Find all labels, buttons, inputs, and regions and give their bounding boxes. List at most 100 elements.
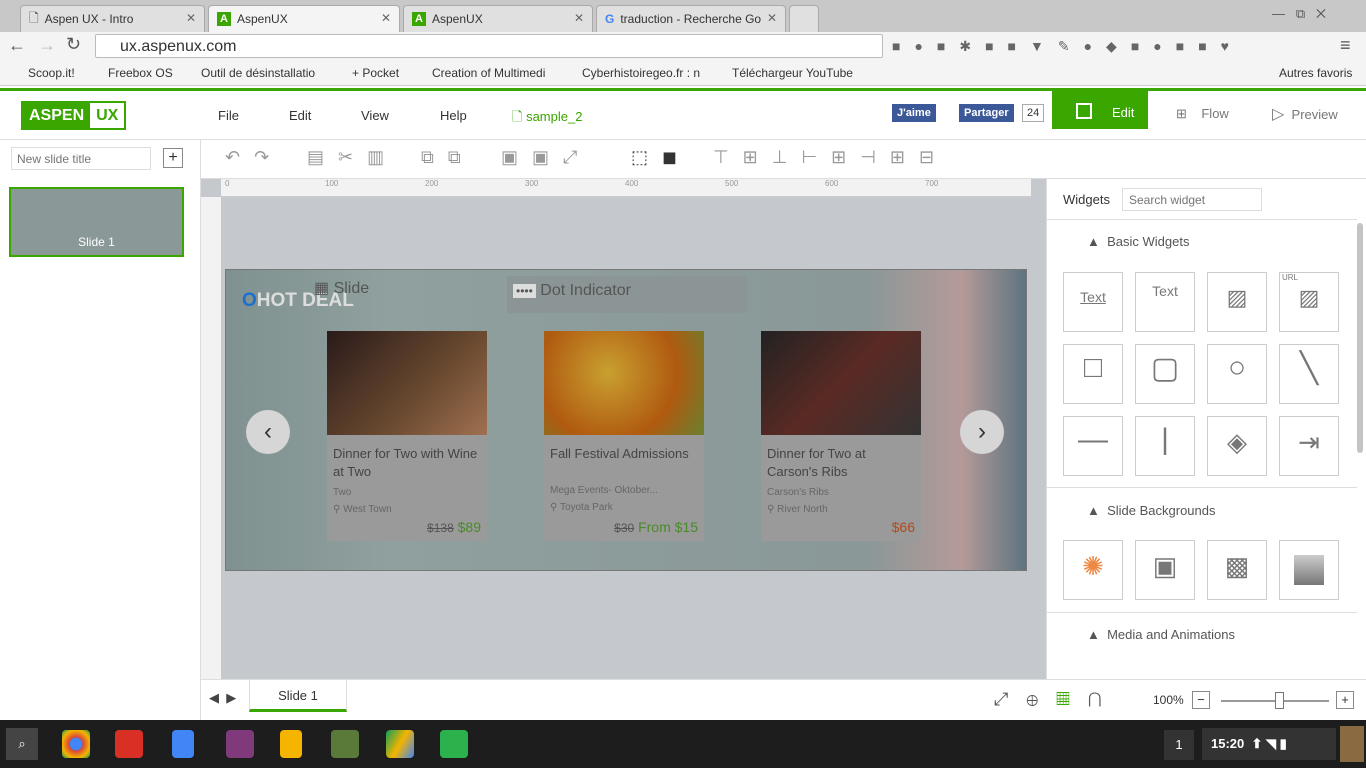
group-icons[interactable]: ▣▣⤢ <box>501 147 591 168</box>
edit-mode-button[interactable]: Edit <box>1052 91 1148 129</box>
bookmark[interactable]: Creation of Multimedi <box>432 66 545 80</box>
deal-card[interactable]: Dinner for Two at Carson's Ribs Carson's… <box>761 331 921 541</box>
square-icon[interactable]: □ <box>1063 344 1123 404</box>
layers-icon[interactable]: ◈ <box>1207 416 1267 476</box>
close-tab-icon[interactable]: ✕ <box>186 11 196 25</box>
drive-icon[interactable] <box>386 730 414 758</box>
window-count[interactable]: 1 <box>1164 730 1194 760</box>
align-icons[interactable]: ⊤⊞⊥⊢⊞⊣⊞⊟ <box>713 147 948 168</box>
status-tray[interactable]: 15:20 ⬆ ◥ ▮ <box>1202 728 1336 760</box>
fb-share-button[interactable]: Partager <box>959 104 1014 122</box>
image-icon[interactable]: ▨ <box>1207 272 1267 332</box>
fb-like-button[interactable]: J'aime <box>892 104 936 122</box>
zoom-in-button[interactable]: + <box>1336 691 1354 709</box>
widgets-panel: Widgets ▲ Basic Widgets Text Text ▨ URL▨… <box>1046 179 1366 720</box>
close-tab-icon[interactable]: ✕ <box>574 11 584 25</box>
window-controls[interactable]: — ⧉ ✕ <box>1272 6 1326 22</box>
color-background-icon[interactable]: ✺ <box>1063 540 1123 600</box>
google-icon: G <box>605 12 615 26</box>
new-slide-title-input[interactable] <box>11 147 151 170</box>
flow-mode-button[interactable]: ⊞ Flow <box>1176 106 1229 122</box>
address-bar[interactable]: ux.aspenux.com <box>95 34 883 58</box>
add-slide-button[interactable]: + <box>163 148 183 168</box>
bookmark[interactable]: Scoop.it! <box>28 66 75 80</box>
file-name[interactable]: 🗋 sample_2 <box>512 108 582 130</box>
tab-aspenux[interactable]: A AspenUX ✕ <box>403 5 593 32</box>
section-slide-backgrounds[interactable]: ▲ Slide Backgrounds <box>1087 503 1216 518</box>
menu-help[interactable]: Help <box>440 108 467 123</box>
zoom-out-button[interactable]: − <box>1192 691 1210 709</box>
section-media-animations[interactable]: ▲ Media and Animations <box>1087 627 1235 642</box>
onenote-icon[interactable] <box>226 730 254 758</box>
chrome-icon[interactable] <box>62 730 90 758</box>
share-count: 24 <box>1022 104 1045 122</box>
app-icon[interactable] <box>331 730 359 758</box>
other-bookmarks[interactable]: Autres favoris <box>1279 66 1352 80</box>
section-basic-widgets[interactable]: ▲ Basic Widgets <box>1087 234 1189 249</box>
menu-file[interactable]: File <box>218 108 239 123</box>
tab-scroll-arrows[interactable]: ◀ ▶ <box>209 690 236 706</box>
search-widget-input[interactable] <box>1122 188 1262 211</box>
select-icons[interactable]: ⬚◼ <box>631 147 691 168</box>
slide-thumbnail[interactable]: Slide 1 <box>9 187 184 257</box>
bookmark[interactable]: + Pocket <box>352 66 399 80</box>
next-arrow-button[interactable]: › <box>960 410 1004 454</box>
location-pin-icon: ⚲ <box>333 504 341 515</box>
tab-aspen-intro[interactable]: 🗋 Aspen UX - Intro ✕ <box>20 5 205 32</box>
docs-icon[interactable] <box>172 730 194 758</box>
bookmark[interactable]: Freebox OS <box>108 66 173 80</box>
pumpkin-image <box>544 331 704 435</box>
text-widget[interactable]: Text <box>1063 272 1123 332</box>
avatar[interactable] <box>1340 726 1364 762</box>
close-tab-icon[interactable]: ✕ <box>766 11 777 25</box>
prev-arrow-button[interactable]: ‹ <box>246 410 290 454</box>
vertical-line-icon[interactable]: | <box>1135 416 1195 476</box>
new-tab-button[interactable] <box>789 5 819 32</box>
interaction-icon[interactable]: ⇥ <box>1279 416 1339 476</box>
rounded-square-icon[interactable]: ▢ <box>1135 344 1195 404</box>
extension-icons[interactable]: ■●■✱■■▼✎●◆■●■■♥ <box>892 38 1243 55</box>
text-block-widget[interactable]: Text <box>1135 272 1195 332</box>
slide-canvas[interactable]: OHOT DEAL ▦ Slide •••• Dot Indicator Din… <box>225 269 1027 571</box>
menu-edit[interactable]: Edit <box>289 108 311 123</box>
horizontal-line-icon[interactable]: — <box>1063 416 1123 476</box>
dot-indicator-widget[interactable]: •••• Dot Indicator <box>507 276 747 313</box>
zoom-slider-handle[interactable] <box>1275 692 1284 709</box>
fit-grid-icons[interactable]: ⤢⊕▦⋂ <box>994 689 1120 710</box>
aspenux-logo: ASPEN UX <box>21 101 127 130</box>
solid-background-icon[interactable]: ▣ <box>1135 540 1195 600</box>
diagonal-line-icon[interactable]: ╲ <box>1279 344 1339 404</box>
bookmark[interactable]: Cyberhistoiregeo.fr : n <box>582 66 700 80</box>
bookmark[interactable]: Téléchargeur YouTube <box>732 66 853 80</box>
gradient-background-icon[interactable] <box>1279 540 1339 600</box>
search-icon[interactable]: ⌕ <box>6 728 38 760</box>
location-pin-icon: ⚲ <box>767 504 775 515</box>
zoom-slider[interactable] <box>1221 692 1329 709</box>
deal-card[interactable]: Dinner for Two with Wine at Two Two ⚲ We… <box>327 331 487 541</box>
arrange-icons[interactable]: ⧉⧉ <box>421 147 475 168</box>
forward-icon[interactable]: → <box>38 35 56 56</box>
gmail-icon[interactable] <box>115 730 143 758</box>
bookmark[interactable]: Outil de désinstallatio <box>201 66 315 80</box>
url-image-icon[interactable]: URL ▨ <box>1279 272 1339 332</box>
tab-google[interactable]: Gtraduction - Recherche Go ✕ <box>596 5 786 32</box>
reload-icon[interactable]: ↻ <box>66 34 81 55</box>
slide-tabs-bar: ◀ ▶ Slide 1 <box>201 679 1046 720</box>
feedly-icon[interactable] <box>440 730 468 758</box>
menu-view[interactable]: View <box>361 108 389 123</box>
page-icon: 🗋 <box>29 10 39 25</box>
pattern-background-icon[interactable]: ▩ <box>1207 540 1267 600</box>
undo-redo-icons[interactable]: ↶↷ <box>225 147 283 168</box>
close-tab-icon[interactable]: ✕ <box>381 11 391 25</box>
widgets-scrollbar[interactable] <box>1357 223 1363 453</box>
circle-icon[interactable]: ○ <box>1207 344 1267 404</box>
tab-aspenux-active[interactable]: A AspenUX ✕ <box>208 5 400 32</box>
clipboard-icons[interactable]: ▤✂▥ <box>307 147 398 168</box>
preview-mode-button[interactable]: ▷ Preview <box>1272 104 1338 124</box>
slides-icon[interactable] <box>280 730 302 758</box>
deal-card[interactable]: Fall Festival Admissions Mega Events- Ok… <box>544 331 704 541</box>
back-icon[interactable]: ← <box>8 35 26 56</box>
location-pin-icon: ⚲ <box>550 502 558 513</box>
menu-icon[interactable]: ≡ <box>1340 35 1351 56</box>
tab-slide-1[interactable]: Slide 1 <box>249 680 347 712</box>
